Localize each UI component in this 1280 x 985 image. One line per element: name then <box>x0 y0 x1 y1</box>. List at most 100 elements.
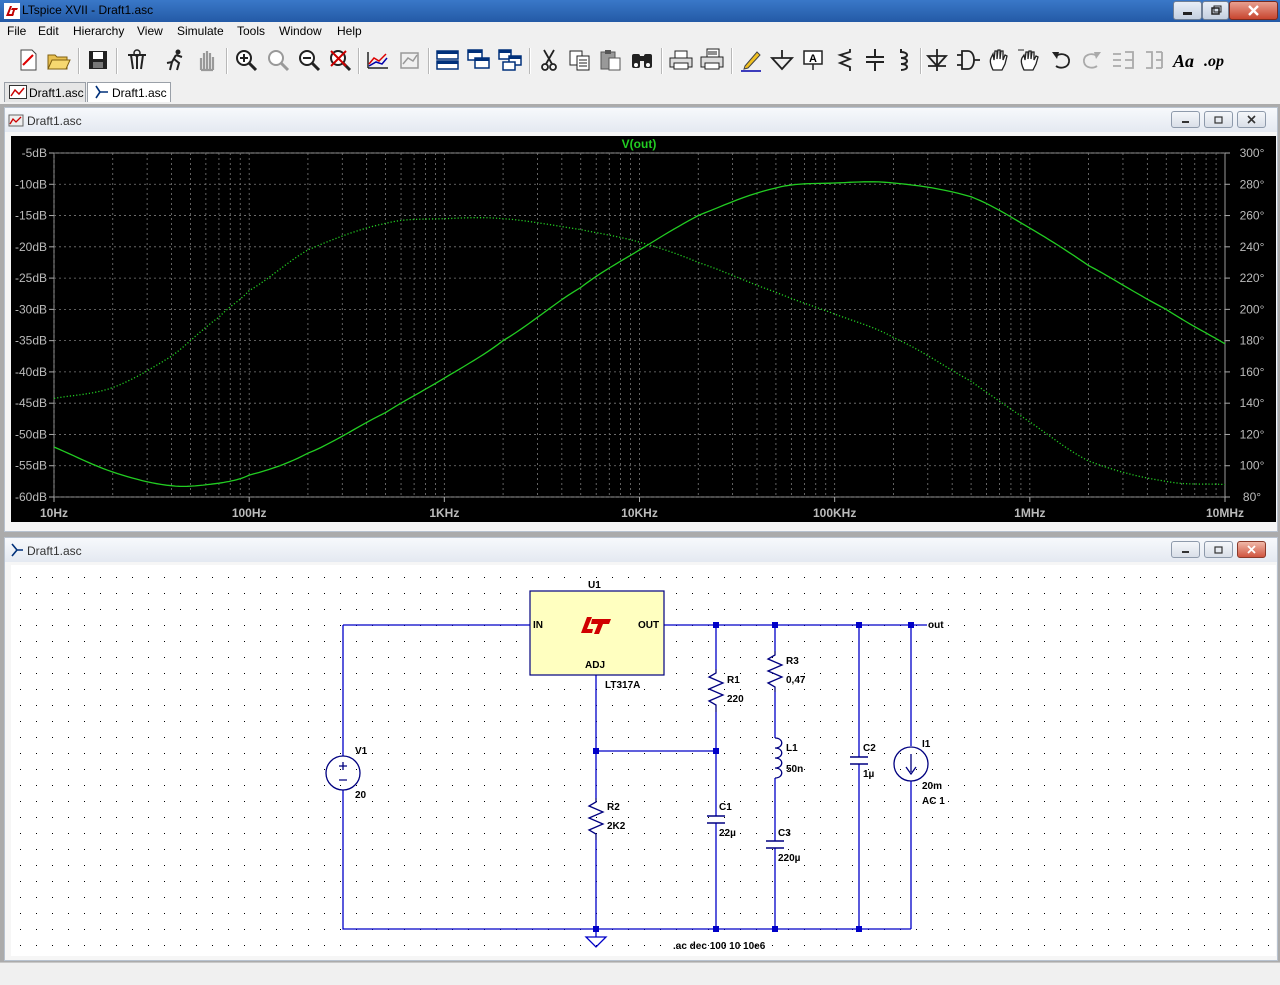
ground-button[interactable] <box>768 46 796 74</box>
y-left-tick-label: -10dB <box>15 177 47 191</box>
undo-button[interactable] <box>1047 46 1075 74</box>
svg-text:Aa: Aa <box>1172 51 1194 71</box>
restore-icon <box>1214 546 1223 554</box>
new-schematic-icon <box>20 49 37 71</box>
draw-wire-icon <box>741 51 761 72</box>
cascade-button[interactable] <box>465 46 493 74</box>
halt-icon <box>199 51 215 72</box>
autorange-button[interactable] <box>364 46 392 74</box>
waveform-close-button[interactable] <box>1237 111 1266 128</box>
cut-button[interactable] <box>535 46 563 74</box>
tile-vertical-button[interactable] <box>496 46 524 74</box>
r1-name: R1 <box>727 675 740 686</box>
zoom-fit-button[interactable] <box>326 46 354 74</box>
plot-settings-button[interactable] <box>396 46 424 74</box>
resistor-button[interactable] <box>830 46 858 74</box>
r2-name: R2 <box>607 802 620 813</box>
pan-button[interactable] <box>264 46 292 74</box>
capacitor-button[interactable] <box>861 46 889 74</box>
c3-name: C3 <box>778 828 791 839</box>
x-tick-label: 10KHz <box>621 506 658 520</box>
schematic-close-button[interactable] <box>1237 541 1266 558</box>
run-button[interactable] <box>161 46 189 74</box>
c1-name: C1 <box>719 802 732 813</box>
restore-button[interactable] <box>1202 1 1229 20</box>
rotate-icon <box>1113 51 1134 69</box>
y-left-tick-label: -25dB <box>15 271 47 285</box>
find-button[interactable] <box>628 46 656 74</box>
drag-button[interactable] <box>1016 46 1044 74</box>
menu-edit[interactable]: Edit <box>38 24 59 38</box>
copy-button[interactable] <box>566 46 594 74</box>
menu-window[interactable]: Window <box>279 24 322 38</box>
waveform-window-header: Draft1.asc <box>5 108 1277 132</box>
menu-hierarchy[interactable]: Hierarchy <box>73 24 124 38</box>
net-label-out[interactable]: out <box>928 620 944 631</box>
label-net-button[interactable]: A <box>799 46 827 74</box>
minimize-button[interactable] <box>1173 1 1202 20</box>
component-button[interactable] <box>954 46 982 74</box>
y-right-tick-label: 80° <box>1243 490 1261 504</box>
schematic-window-icon <box>11 543 23 557</box>
control-panel-button[interactable] <box>123 46 151 74</box>
restore-icon <box>1214 116 1223 124</box>
draw-wire-button[interactable] <box>737 46 765 74</box>
svg-text:.op: .op <box>1204 53 1224 70</box>
menu-help[interactable]: Help <box>337 24 362 38</box>
spice-directive[interactable]: .ac dec 100 10 10e6 <box>673 941 766 952</box>
print-button[interactable] <box>667 46 695 74</box>
schematic-restore-button[interactable] <box>1204 541 1233 558</box>
x-tick-label: 100Hz <box>232 506 267 520</box>
halt-button[interactable] <box>193 46 221 74</box>
tab-waveform[interactable]: Draft1.asc <box>4 82 86 102</box>
menu-simulate[interactable]: Simulate <box>177 24 224 38</box>
spice-directive-button[interactable]: .op <box>1202 46 1230 74</box>
v1-value: 20 <box>355 790 367 801</box>
mirror-button[interactable] <box>1140 46 1168 74</box>
tile-horizontal-button[interactable] <box>434 46 462 74</box>
schematic-canvas[interactable]: U1 IN OUT ADJ LT317A out V1 20 R1 220 R2… <box>11 565 1276 956</box>
diode-button[interactable] <box>923 46 951 74</box>
close-window-button[interactable] <box>1229 1 1278 20</box>
waveform-restore-button[interactable] <box>1204 111 1233 128</box>
zoom-fit-icon <box>330 50 352 72</box>
open-button[interactable] <box>44 46 72 74</box>
u1-pin-adj: ADJ <box>585 660 605 671</box>
rotate-button[interactable] <box>1109 46 1137 74</box>
i1-value: 20m <box>922 781 942 792</box>
spice-directive-icon: .op <box>1204 53 1224 70</box>
l1-name: L1 <box>786 743 798 754</box>
svg-text:A: A <box>809 53 817 65</box>
regulator-u1[interactable]: U1 IN OUT ADJ LT317A <box>529 580 665 691</box>
redo-button[interactable] <box>1078 46 1106 74</box>
text-button[interactable]: Aa <box>1171 46 1199 74</box>
waveform-plot-area[interactable]: -5dB -10dB -15dB -20dB -25dB -30dB -35dB -40dB -… <box>11 136 1276 522</box>
y-right-tick-label: 140° <box>1240 396 1265 410</box>
menu-file[interactable]: File <box>7 24 26 38</box>
print-setup-button[interactable] <box>698 46 726 74</box>
x-tick-label: 1MHz <box>1014 506 1045 520</box>
menu-view[interactable]: View <box>137 24 163 38</box>
y-left-tick-label: -20dB <box>15 240 47 254</box>
zoom-out-button[interactable] <box>295 46 323 74</box>
menu-tools[interactable]: Tools <box>237 24 265 38</box>
zoom-in-button[interactable] <box>232 46 260 74</box>
plot-grid <box>53 152 1226 498</box>
inductor-button[interactable] <box>891 46 919 74</box>
title-bar: LTspice XVII - Draft1.asc <box>0 0 1280 22</box>
new-schematic-button[interactable] <box>14 46 42 74</box>
waveform-minimize-button[interactable] <box>1171 111 1200 128</box>
tab-schematic[interactable]: Draft1.asc <box>87 82 171 102</box>
left-axis-ticks: -5dB -10dB -15dB -20dB -25dB -30dB -35dB -40dB -… <box>15 146 54 504</box>
move-button[interactable] <box>985 46 1013 74</box>
trace-title[interactable]: V(out) <box>622 137 657 151</box>
menu-bar: File Edit Hierarchy View Simulate Tools … <box>0 22 1280 42</box>
paste-button[interactable] <box>597 46 625 74</box>
schematic-icon <box>95 85 108 99</box>
y-left-tick-label: -35dB <box>15 334 47 348</box>
save-button[interactable] <box>84 46 112 74</box>
ground-icon <box>769 50 795 71</box>
schematic-minimize-button[interactable] <box>1171 541 1200 558</box>
print-setup-icon <box>700 48 724 70</box>
schematic-window-header: Draft1.asc <box>5 538 1277 562</box>
